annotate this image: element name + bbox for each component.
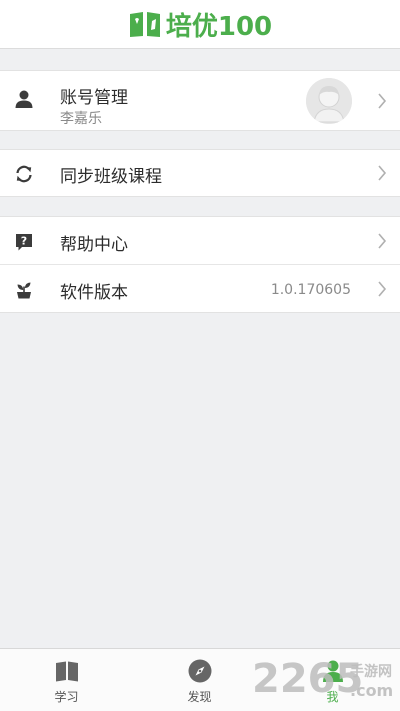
plant-icon bbox=[13, 279, 35, 301]
app-header: 培优100 bbox=[0, 0, 400, 49]
help-icon: ? bbox=[13, 231, 35, 253]
account-management-row[interactable]: 账号管理 李嘉乐 bbox=[0, 70, 400, 131]
sync-class-courses-row[interactable]: 同步班级课程 bbox=[0, 149, 400, 197]
svg-text:?: ? bbox=[21, 235, 27, 248]
compass-icon bbox=[188, 659, 211, 683]
chevron-right-icon bbox=[378, 165, 387, 181]
chevron-right-icon bbox=[378, 281, 387, 297]
tab-discover-label: 发现 bbox=[187, 690, 212, 704]
help-center-row[interactable]: ? 帮助中心 bbox=[0, 216, 400, 264]
book-logo-icon bbox=[129, 12, 160, 37]
account-label: 账号管理 bbox=[60, 88, 128, 108]
bottom-tab-bar: 学习 发现 我 bbox=[0, 648, 400, 711]
software-version-row[interactable]: 软件版本 1.0.170605 bbox=[0, 264, 400, 313]
app-logo: 培优100 bbox=[128, 6, 272, 43]
version-label: 软件版本 bbox=[60, 283, 128, 303]
tab-study-label: 学习 bbox=[54, 690, 79, 704]
tab-me[interactable]: 我 bbox=[266, 649, 399, 711]
chevron-right-icon bbox=[378, 233, 387, 249]
username-text: 李嘉乐 bbox=[60, 111, 102, 127]
tab-discover[interactable]: 发现 bbox=[133, 649, 266, 711]
tab-me-label: 我 bbox=[326, 690, 339, 704]
avatar[interactable] bbox=[306, 78, 352, 124]
help-label: 帮助中心 bbox=[60, 235, 128, 255]
version-number: 1.0.170605 bbox=[270, 282, 351, 298]
sync-icon bbox=[13, 163, 35, 185]
book-icon bbox=[55, 661, 78, 682]
chevron-right-icon bbox=[378, 93, 387, 109]
tab-study[interactable]: 学习 bbox=[0, 649, 133, 711]
avatar-placeholder-icon bbox=[306, 78, 352, 124]
sync-label: 同步班级课程 bbox=[60, 167, 162, 187]
me-icon bbox=[322, 660, 343, 682]
person-icon bbox=[13, 88, 35, 110]
app-title: 培优100 bbox=[165, 11, 273, 42]
